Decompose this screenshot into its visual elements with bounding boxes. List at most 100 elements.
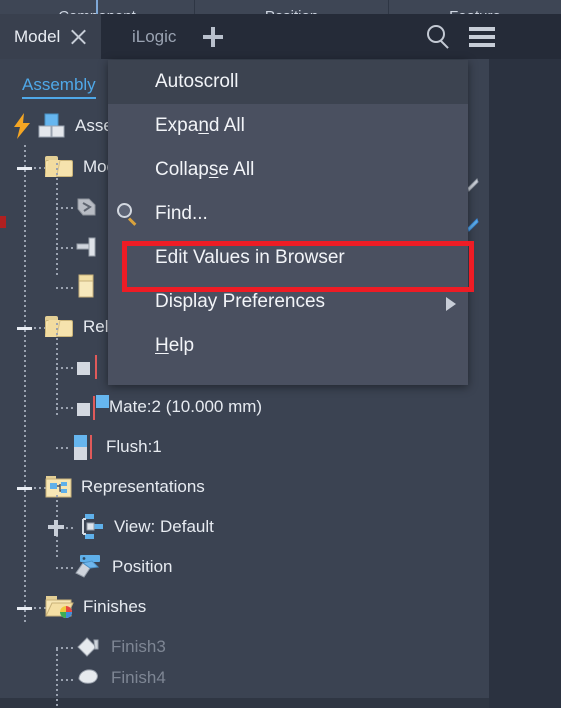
- menu-item-help[interactable]: Help: [108, 324, 468, 368]
- paint-icon: [75, 634, 103, 660]
- horizontal-scrollbar[interactable]: [0, 698, 489, 708]
- inventor-browser-screenshot: Component Position Feature Model iLogic: [0, 0, 561, 708]
- find-icon: [114, 201, 144, 227]
- representations-icon: [45, 475, 73, 499]
- tree-guide: [56, 367, 74, 369]
- search-lens: [427, 24, 445, 43]
- finishes-folder-icon: [45, 595, 75, 619]
- ribbon-panel-position[interactable]: Position: [195, 0, 389, 14]
- find-lens: [117, 203, 132, 218]
- tree-row-label: Representations: [81, 477, 205, 496]
- constraint-bar: [93, 396, 95, 420]
- tree-row-label: Finishes: [83, 597, 147, 616]
- tree-row[interactable]: Finish3: [0, 627, 489, 667]
- tree-row[interactable]: Position: [0, 547, 489, 587]
- tree-row[interactable]: Mate:2 (10.000 mm): [0, 387, 489, 427]
- pin-icon[interactable]: [466, 176, 480, 194]
- context-menu: Autoscroll Expand All Collapse All Find.…: [108, 60, 468, 385]
- menu-item-label: Edit Values in Browser: [155, 247, 345, 268]
- search-icon[interactable]: [427, 24, 451, 49]
- expander-collapse[interactable]: [17, 321, 32, 335]
- part-icon: [75, 235, 101, 259]
- constraint-icon: [72, 434, 98, 460]
- ribbon-panel-component[interactable]: Component: [0, 0, 195, 14]
- constraint-icon: [75, 394, 109, 420]
- tree-guide: [56, 207, 74, 209]
- tree-row[interactable]: View: Default: [0, 507, 489, 547]
- chevron-right-icon: [446, 297, 456, 311]
- tab-model[interactable]: Model: [0, 14, 102, 59]
- constraint-face-a: [77, 403, 90, 416]
- constraint-bar: [90, 435, 92, 459]
- find-handle: [127, 217, 137, 226]
- tree-guide: [66, 527, 76, 529]
- expander-collapse[interactable]: [17, 601, 32, 615]
- search-handle: [440, 39, 449, 49]
- tab-ilogic[interactable]: iLogic: [118, 14, 190, 59]
- plus-icon: [203, 26, 223, 47]
- view-rep-icon: [78, 514, 108, 540]
- menu-item-label: Display Preferences: [155, 291, 326, 312]
- burger-line: [469, 42, 495, 47]
- add-tab-button[interactable]: [193, 14, 233, 59]
- ribbon-panel-feature[interactable]: Feature: [389, 0, 561, 14]
- close-icon[interactable]: [70, 28, 87, 45]
- tree-row[interactable]: Finish4: [0, 667, 489, 689]
- constraint-face-b: [96, 395, 109, 408]
- paint-icon: [75, 667, 103, 689]
- assembly-icon: [38, 113, 68, 139]
- tree-guide: [56, 567, 74, 569]
- constraint-face-a: [77, 362, 90, 375]
- tree-row-label: Mate:2 (10.000 mm): [109, 397, 263, 416]
- menu-item-collapse-all[interactable]: Collapse All: [108, 148, 468, 192]
- tree-row[interactable]: Finishes: [0, 587, 489, 627]
- breadcrumb[interactable]: Assembly: [22, 75, 96, 99]
- menu-item-autoscroll[interactable]: Autoscroll: [108, 60, 468, 104]
- tab-ilogic-label: iLogic: [132, 26, 177, 46]
- menu-item-label: Collapse All: [155, 159, 255, 180]
- constraint-icon: [75, 354, 101, 380]
- browser-tab-bar: Model iLogic: [0, 14, 561, 59]
- tab-model-label: Model: [14, 26, 61, 46]
- tree-guide: [56, 647, 74, 649]
- burger-line: [469, 26, 495, 31]
- tree-row-label: Finish3: [111, 637, 166, 656]
- tree-row-label: Flush:1: [106, 437, 162, 456]
- hamburger-icon[interactable]: [469, 26, 495, 47]
- constraint-face-a: [74, 447, 87, 460]
- expander-collapse[interactable]: [17, 161, 32, 175]
- folder-icon: [45, 316, 75, 338]
- tree-row-label: View: Default: [114, 517, 214, 536]
- menu-item-label: Expand All: [155, 115, 245, 136]
- tree-guide: [56, 447, 70, 449]
- menu-item-label: Autoscroll: [155, 71, 239, 92]
- part-icon: [75, 274, 101, 300]
- tree-row-label: Finish4: [111, 668, 166, 687]
- menu-item-expand-all[interactable]: Expand All: [108, 104, 468, 148]
- update-bolt-icon: [12, 113, 32, 139]
- tree-guide: [56, 679, 74, 681]
- ribbon-strip: Component Position Feature: [0, 0, 561, 14]
- tree-row[interactable]: Representations: [0, 467, 489, 507]
- edit-pin-icon[interactable]: [466, 216, 480, 234]
- expander-expand[interactable]: [48, 519, 64, 536]
- panel-gutter: [489, 59, 561, 708]
- tree-guide: [56, 407, 74, 409]
- burger-line: [469, 34, 495, 39]
- folder-icon: [45, 156, 75, 178]
- tree-guide: [56, 247, 74, 249]
- tree-row[interactable]: Flush:1: [0, 427, 489, 467]
- text-cursor: [96, 0, 98, 14]
- origin-icon: [75, 195, 101, 219]
- tree-row-label: Position: [112, 557, 173, 576]
- position-rep-icon: [74, 555, 104, 579]
- menu-item-label: Find...: [155, 203, 208, 224]
- expander-collapse[interactable]: [17, 481, 32, 495]
- menu-item-edit-values-in-browser[interactable]: Edit Values in Browser: [108, 236, 468, 280]
- tree-guide: [56, 287, 74, 289]
- tab-bar-tools: [427, 14, 495, 59]
- menu-item-label: Help: [155, 335, 195, 356]
- menu-item-find[interactable]: Find...: [108, 192, 468, 236]
- constraint-bar: [95, 355, 97, 379]
- menu-item-display-preferences[interactable]: Display Preferences: [108, 280, 468, 324]
